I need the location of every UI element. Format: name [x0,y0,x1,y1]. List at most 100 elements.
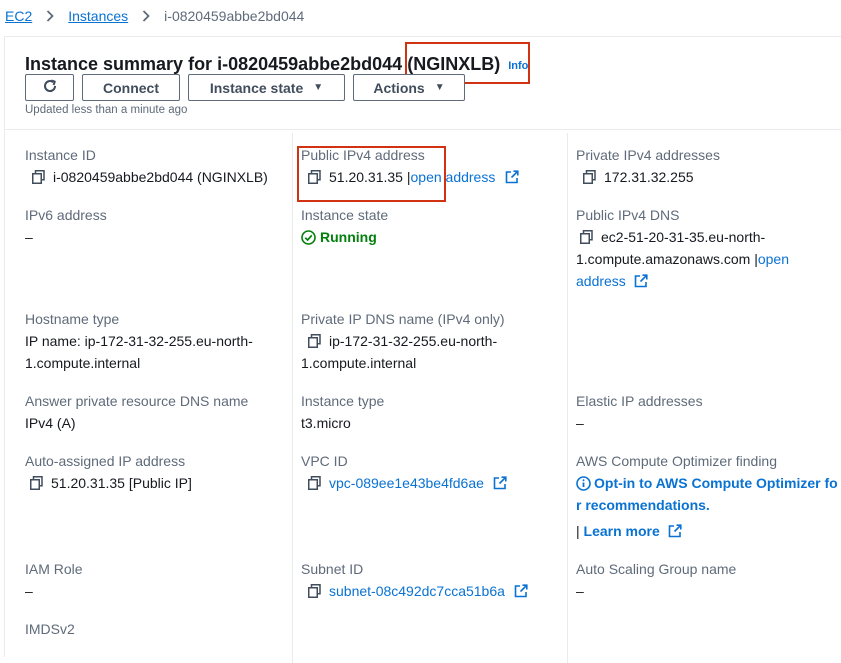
optimizer-opt-in-link-continued[interactable]: r recommendations. [576,497,710,513]
toolbar: Connect Instance state ▼ Actions ▼ [25,74,465,101]
iam-role-label: IAM Role [25,561,83,577]
open-dns-link[interactable]: open [758,251,789,267]
actions-button[interactable]: Actions ▼ [353,74,465,101]
copy-icon[interactable] [30,474,43,490]
field-private-ipv4: Private IPv4 addresses 172.31.32.255 [576,144,720,188]
field-instance-state: Instance state Running [301,204,388,248]
refresh-button[interactable] [25,74,74,101]
field-ipv6: IPv6 address – [25,204,107,248]
field-public-ipv4: Public IPv4 address 51.20.31.35 |open ad… [301,144,519,188]
instance-id-label: Instance ID [25,147,96,163]
public-dns-label: Public IPv4 DNS [576,207,680,223]
private-dns-value-2: 1.compute.internal [301,355,417,371]
copy-icon[interactable] [308,582,321,598]
vpc-id-link[interactable]: vpc-089ee1e43be4fd6ae [329,475,484,491]
public-ipv4-row: 51.20.31.35 |open address [301,166,519,188]
learn-more-link[interactable]: Learn more [584,523,660,539]
private-ipv4-label: Private IPv4 addresses [576,147,720,163]
field-answer-dns: Answer private resource DNS name IPv4 (A… [25,390,248,434]
private-dns-line1: ip-172-31-32-255.eu-north- [301,330,505,352]
optimizer-label: AWS Compute Optimizer finding [576,453,777,469]
field-public-dns: Public IPv4 DNS ec2-51-20-31-35.eu-north… [576,204,789,292]
answer-dns-value: IPv4 (A) [25,415,76,431]
separator: | [576,523,584,539]
answer-dns-label: Answer private resource DNS name [25,393,249,409]
breadcrumb-instances-link[interactable]: Instances [68,8,128,24]
external-link-icon[interactable] [668,522,682,538]
auto-ip-value: 51.20.31.35 [Public IP] [51,475,192,491]
imdsv2-label: IMDSv2 [25,621,75,637]
optimizer-line1: Opt-in to AWS Compute Optimizer fo [576,472,841,494]
breadcrumb: EC2 Instances i-0820459abbe2bd044 [5,5,304,27]
instance-state-button[interactable]: Instance state ▼ [188,74,345,101]
instance-type-value: t3.micro [301,415,351,431]
title-text: Instance summary for i-0820459abbe2bd044 [25,54,403,74]
breadcrumb-ec2-link[interactable]: EC2 [5,8,32,24]
address-dns-link[interactable]: address [576,273,626,289]
vpc-id-row: vpc-089ee1e43be4fd6ae [301,472,507,494]
instance-id-row: i-0820459abbe2bd044 (NGINXLB) [25,166,268,188]
copy-icon[interactable] [308,332,321,348]
private-ipv4-row: 172.31.32.255 [576,166,720,188]
private-ipv4-value: 172.31.32.255 [604,169,694,185]
elastic-ip-label: Elastic IP addresses [576,393,703,409]
public-ipv4-value: 51.20.31.35 [329,169,403,185]
chevron-right-icon [40,8,60,24]
field-imdsv2: IMDSv2 [25,618,75,640]
auto-ip-label: Auto-assigned IP address [25,453,186,469]
connect-button[interactable]: Connect [82,74,180,101]
public-dns-line1: ec2-51-20-31-35.eu-north- [576,226,789,248]
copy-icon[interactable] [308,168,321,184]
field-elastic-ip: Elastic IP addresses – [576,390,703,434]
separator: | [750,251,758,267]
field-subnet-id: Subnet ID subnet-08c492dc7cca51b6a [301,558,528,602]
hostname-type-value-2: 1.compute.internal [25,355,141,371]
header-divider [5,129,841,130]
separator: | [402,169,411,185]
field-hostname-type: Hostname type IP name: ip-172-31-32-255.… [25,308,253,374]
external-link-icon[interactable] [634,272,648,288]
elastic-ip-value: – [576,415,584,431]
breadcrumb-current: i-0820459abbe2bd044 [164,8,305,24]
subnet-id-link[interactable]: subnet-08c492dc7cca51b6a [329,583,505,599]
open-address-link[interactable]: open address [411,169,496,185]
instance-state-label: Instance state [301,207,389,223]
ipv6-label: IPv6 address [25,207,107,223]
field-private-dns: Private IP DNS name (IPv4 only) ip-172-3… [301,308,505,374]
iam-role-value: – [25,583,33,599]
chevron-right-icon [136,8,156,24]
external-link-icon[interactable] [493,474,507,490]
subnet-id-label: Subnet ID [301,561,364,577]
copy-icon[interactable] [308,474,321,490]
vpc-id-label: VPC ID [301,453,348,469]
instance-id-value: i-0820459abbe2bd044 (NGINXLB) [53,169,268,185]
field-optimizer: AWS Compute Optimizer finding Opt-in to … [576,450,841,542]
auto-ip-row: 51.20.31.35 [Public IP] [25,472,192,494]
hostname-type-label: Hostname type [25,311,120,327]
asg-name-value: – [576,583,584,599]
instance-state-row: Running [301,226,388,248]
private-dns-label: Private IP DNS name (IPv4 only) [301,311,505,327]
public-ipv4-label: Public IPv4 address [301,147,425,163]
info-circle-icon [576,475,591,491]
external-link-icon[interactable] [505,168,519,184]
optimizer-line2: r recommendations. [576,494,841,516]
optimizer-opt-in-link[interactable]: Opt-in to AWS Compute Optimizer fo [594,475,838,491]
optimizer-line3: | Learn more [576,520,841,542]
check-circle-icon [301,229,316,245]
field-asg-name: Auto Scaling Group name – [576,558,736,602]
public-dns-value-2: 1.compute.amazonaws.com [576,251,751,267]
instance-type-label: Instance type [301,393,385,409]
public-dns-value-1: ec2-51-20-31-35.eu-north- [601,229,766,245]
copy-icon[interactable] [32,168,45,184]
column-divider-2 [567,133,568,663]
status-badge: Running [320,229,377,245]
copy-icon[interactable] [580,228,593,244]
external-link-icon[interactable] [514,582,528,598]
caret-down-icon: ▼ [313,82,324,93]
refresh-icon [42,78,58,97]
column-divider-1 [292,133,293,663]
copy-icon[interactable] [583,168,596,184]
asg-name-label: Auto Scaling Group name [576,561,737,577]
private-dns-value-1: ip-172-31-32-255.eu-north- [329,333,498,349]
